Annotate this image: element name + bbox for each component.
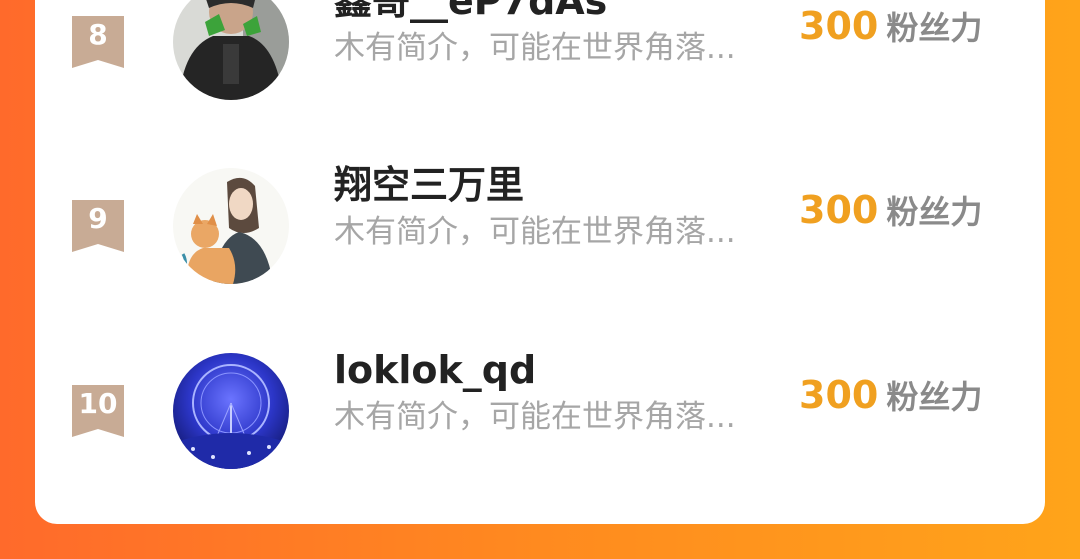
fan-score: 300 粉丝力 [799,371,982,427]
user-name[interactable]: 鑫哥__eP7dAs [334,0,607,24]
list-item[interactable]: 10 loklok_qd 木有简介，可能在世界角落... 300 粉丝力 [35,339,1045,489]
user-intro: 木有简介，可能在世界角落... [334,399,736,435]
ranking-card: 8 鑫哥__eP7dAs 木有简介，可能在世界角落... 300 粉丝力 9 翔… [35,0,1045,524]
rank-badge: 10 [72,385,124,437]
fan-score-unit: 粉丝力 [886,9,983,47]
list-item[interactable]: 9 翔空三万里 木有简介，可能在世界角落... 300 粉丝力 [35,154,1045,304]
rank-number: 10 [78,387,118,420]
rank-badge: 9 [72,200,124,252]
rank-badge: 8 [72,16,124,68]
fan-score-value: 300 [799,4,879,48]
user-name[interactable]: 翔空三万里 [334,162,524,208]
avatar[interactable] [173,0,289,100]
rank-number: 8 [88,18,108,51]
user-intro: 木有简介，可能在世界角落... [334,214,736,250]
fan-score-unit: 粉丝力 [886,378,983,416]
fan-score-unit: 粉丝力 [886,193,983,231]
fan-score-value: 300 [799,188,879,232]
list-item[interactable]: 8 鑫哥__eP7dAs 木有简介，可能在世界角落... 300 粉丝力 [35,0,1045,120]
fan-score: 300 粉丝力 [799,186,982,242]
fan-score-value: 300 [799,373,879,417]
user-name[interactable]: loklok_qd [334,347,536,393]
fan-score: 300 粉丝力 [799,2,982,58]
user-intro: 木有简介，可能在世界角落... [334,30,736,66]
avatar[interactable] [173,353,289,469]
rank-number: 9 [88,202,108,235]
avatar[interactable] [173,168,289,284]
